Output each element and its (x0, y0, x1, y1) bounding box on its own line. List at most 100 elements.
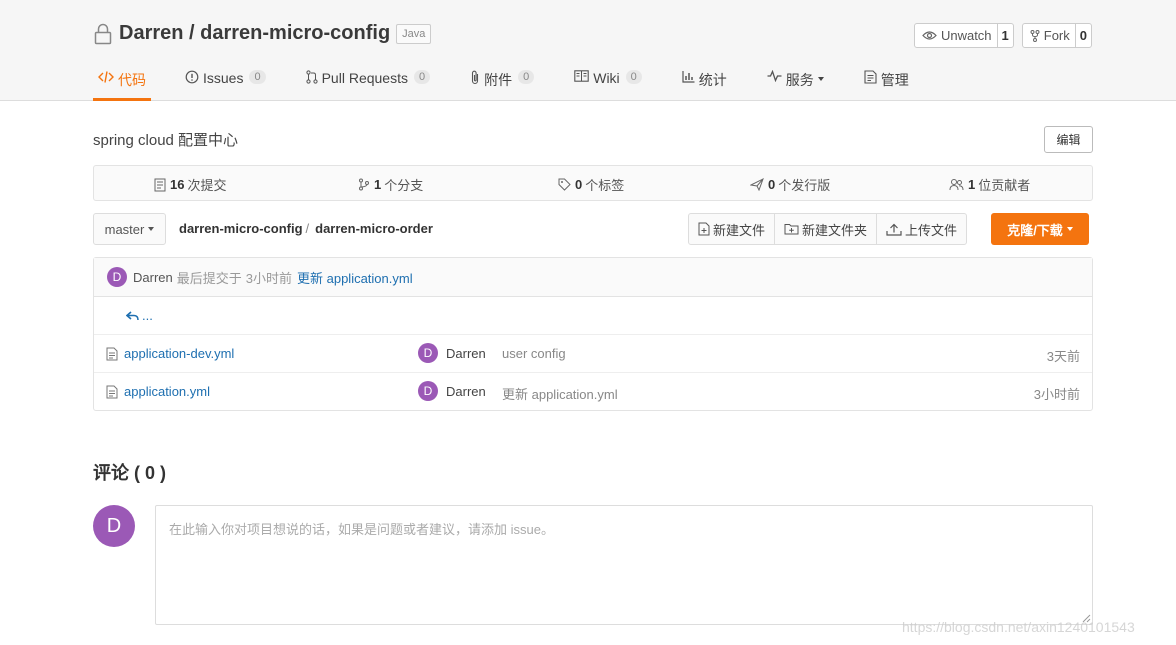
author-name: Darren (446, 383, 486, 399)
tab-stats[interactable]: 统计 (682, 62, 727, 101)
edit-button[interactable]: 编辑 (1044, 126, 1093, 153)
tab-label: 服务 (785, 72, 814, 88)
release-icon (750, 178, 764, 191)
branch-name: master (104, 221, 145, 237)
contributors-icon (949, 179, 964, 191)
table-row: application-dev.yml D Darren user config… (94, 335, 1092, 373)
new-file-label: 新建文件 (713, 222, 766, 238)
commit-time: 3小时前 (1033, 387, 1080, 402)
fork-icon (1030, 29, 1040, 42)
file-name-link[interactable]: application-dev.yml (106, 346, 234, 361)
tab-label: Issues (203, 70, 244, 86)
file-author[interactable]: D Darren (418, 381, 486, 401)
new-file-icon (698, 222, 710, 236)
tab-admin[interactable]: 管理 (864, 62, 909, 101)
commit-author[interactable]: Darren (133, 270, 173, 285)
tab-label: Wiki (593, 70, 620, 86)
tab-pull-requests[interactable]: Pull Requests 0 (305, 62, 431, 101)
language-badge[interactable]: Java (396, 23, 432, 44)
clone-label: 克隆/下载 (1007, 222, 1063, 238)
comment-input[interactable] (155, 505, 1093, 625)
avatar: D (418, 343, 438, 363)
chevron-down-icon (817, 77, 824, 81)
parent-directory-label: ... (142, 308, 153, 323)
commit-message[interactable]: 更新 application.yml (502, 384, 618, 403)
fork-label: Fork (1043, 28, 1070, 43)
tab-services[interactable]: 服务 (767, 62, 824, 101)
file-name: application-dev.yml (124, 346, 235, 361)
author-name: Darren (446, 345, 486, 361)
tag-icon (558, 178, 571, 191)
tab-label: 附件 (484, 72, 513, 88)
commit-time: 3天前 (1046, 349, 1080, 364)
tab-code[interactable]: 代码 (93, 62, 151, 101)
avatar[interactable]: D (93, 505, 135, 547)
attachment-icon (472, 70, 479, 85)
comments-title: 评论 ( 0 ) (93, 463, 167, 483)
file-name: application.yml (124, 384, 210, 399)
watch-count[interactable]: 1 (996, 24, 1013, 47)
watermark: https://blog.csdn.net/axin1240101543 (902, 619, 1135, 635)
breadcrumb: darren-micro-config / darren-micro-order (179, 221, 433, 236)
fork-button[interactable]: Fork 0 (1021, 23, 1092, 48)
commits-count: 16 (170, 177, 185, 192)
tab-count: 0 (249, 70, 266, 84)
new-folder-label: 新建文件夹 (802, 222, 868, 238)
pull-request-icon (305, 70, 318, 84)
upload-label: 上传文件 (905, 222, 958, 238)
file-icon (106, 347, 118, 360)
tab-count: 0 (625, 70, 642, 84)
tab-label: 代码 (118, 72, 146, 88)
unwatch-button[interactable]: Unwatch 1 (913, 23, 1014, 48)
upload-button[interactable]: 上传文件 (877, 214, 966, 244)
chevron-down-icon (1066, 227, 1073, 231)
avatar[interactable]: D (107, 267, 127, 287)
repo-description: spring cloud 配置中心 (93, 132, 239, 149)
new-file-button[interactable]: 新建文件 (689, 214, 776, 244)
repo-header: Darren / darren-micro-config Java Unwatc… (0, 0, 1176, 101)
file-name-link[interactable]: application.yml (106, 384, 210, 399)
tab-issues[interactable]: Issues 0 (185, 62, 266, 101)
contributors-label: 位贡献者 (978, 178, 1031, 193)
back-arrow-icon (126, 310, 139, 320)
new-folder-button[interactable]: 新建文件夹 (775, 214, 878, 244)
branch-selector[interactable]: master (93, 213, 166, 245)
parent-directory-link[interactable]: ... (94, 297, 1092, 335)
contributors-stat[interactable]: 1 位贡献者 (949, 175, 1030, 194)
unwatch-label: Unwatch (940, 28, 992, 43)
tab-count: 0 (518, 70, 535, 84)
clone-download-button[interactable]: 克隆/下载 (991, 213, 1089, 245)
tags-label: 个标签 (585, 178, 625, 193)
branches-stat[interactable]: 1 个分支 (358, 175, 423, 194)
breadcrumb-root[interactable]: darren-micro-config (179, 221, 303, 236)
contributors-count: 1 (968, 177, 976, 192)
file-author[interactable]: D Darren (418, 343, 486, 363)
tab-wiki[interactable]: Wiki 0 (574, 62, 642, 101)
commit-time: 3小时前 (245, 270, 292, 286)
commit-message-link[interactable]: 更新 application.yml (297, 268, 413, 287)
file-toolbar: master darren-micro-config / darren-micr… (93, 213, 1093, 245)
repo-stats-bar: 16 次提交 1 个分支 0 个标签 0 个发行版 1 位贡献者 (93, 165, 1093, 201)
service-icon (767, 70, 782, 82)
releases-stat[interactable]: 0 个发行版 (750, 175, 830, 194)
commits-stat[interactable]: 16 次提交 (154, 175, 226, 194)
fork-count[interactable]: 0 (1074, 24, 1091, 47)
upload-icon (886, 223, 902, 236)
branches-count: 1 (374, 177, 382, 192)
file-icon (106, 385, 118, 398)
releases-label: 个发行版 (778, 178, 831, 193)
commit-icon (154, 178, 166, 191)
stats-icon (682, 71, 695, 83)
last-commit-bar: D Darren 最后提交于 3小时前 更新 application.yml (94, 258, 1092, 297)
repo-name[interactable]: Darren / darren-micro-config (119, 22, 390, 45)
tab-count: 0 (413, 70, 431, 84)
breadcrumb-current: darren-micro-order (315, 221, 433, 236)
admin-icon (864, 70, 877, 84)
breadcrumb-separator: / (305, 221, 310, 236)
commit-message[interactable]: user config (502, 346, 566, 361)
tab-label: Pull Requests (321, 70, 408, 86)
table-row: application.yml D Darren 更新 application.… (94, 373, 1092, 411)
tab-attachments[interactable]: 附件 0 (470, 62, 535, 101)
tags-stat[interactable]: 0 个标签 (558, 175, 624, 194)
issue-icon (185, 70, 199, 84)
